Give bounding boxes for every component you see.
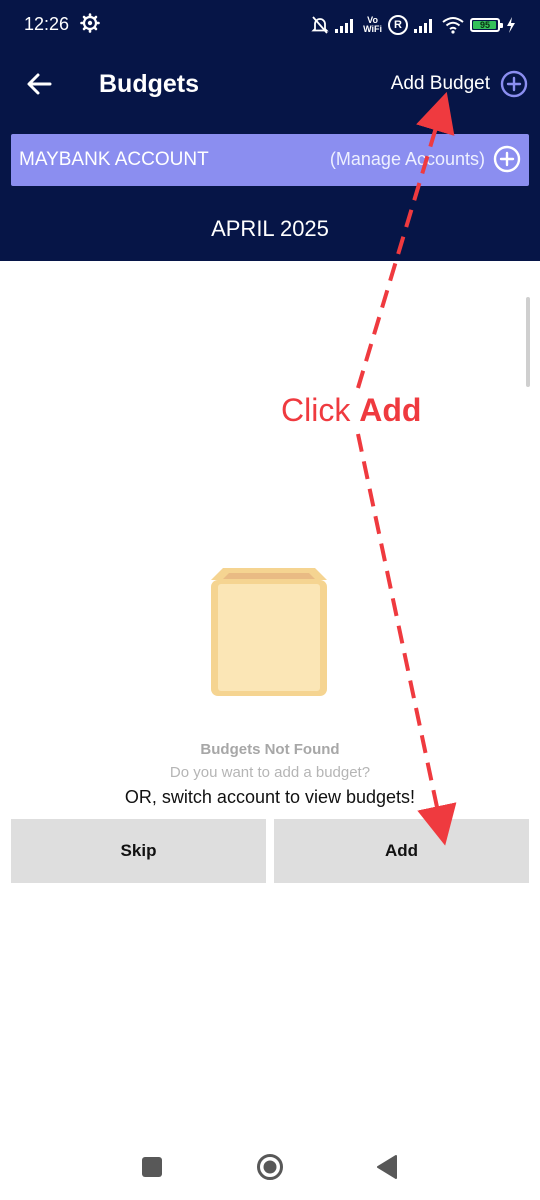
scrollbar[interactable] [526,297,530,387]
system-nav-bar [0,1140,540,1200]
add-budget-label: Add Budget [390,73,490,94]
back-triangle-icon[interactable] [376,1154,398,1180]
skip-button[interactable]: Skip [11,819,266,883]
account-selector[interactable]: MAYBANK ACCOUNT (Manage Accounts) [11,134,529,186]
add-button[interactable]: Add [274,819,529,883]
empty-state-switch-hint: OR, switch account to view budgets! [124,787,416,807]
muted-bell-icon [311,16,329,34]
vowifi-indicator: Vo WiFi [363,16,382,34]
vowifi-bottom: WiFi [363,24,382,34]
back-arrow-icon[interactable] [24,68,56,100]
plus-circle-icon [500,70,528,98]
battery-level: 95 [479,20,490,30]
home-circle-icon[interactable] [256,1153,284,1181]
add-budget-button[interactable]: Add Budget [391,68,528,100]
manage-accounts-label: (Manage Accounts) [329,148,485,169]
settings-gear-icon [80,13,100,33]
app-header: 12:26 Vo WiFi R 95 Budgets Add Budget MA… [0,0,540,261]
charging-icon [507,17,515,33]
month-label: APRIL 2025 [211,216,329,241]
annotation-emphasis: Add [359,392,422,428]
empty-state-title: Budgets Not Found [200,741,340,758]
status-time: 12:26 [24,14,70,34]
manage-accounts-button[interactable]: (Manage Accounts) [330,145,521,173]
annotation-label: Click Add [281,392,421,429]
account-name: MAYBANK ACCOUNT [19,149,209,170]
signal-icon [414,19,432,33]
signal-icon [335,19,354,33]
status-bar: 12:26 Vo WiFi R 95 [0,0,540,50]
roaming-icon: R [388,15,408,35]
battery-tip [500,23,503,28]
wifi-icon [442,17,464,34]
status-icons: Vo WiFi R 95 [311,12,516,38]
battery-icon: 95 [470,18,503,32]
empty-box-icon [211,568,327,696]
plus-circle-icon [493,145,521,173]
recent-apps-square-icon[interactable] [142,1157,162,1177]
page-title: Budgets [99,70,199,98]
annotation-prefix: Click [281,392,360,428]
empty-state-subtitle: Do you want to add a budget? [169,764,371,781]
